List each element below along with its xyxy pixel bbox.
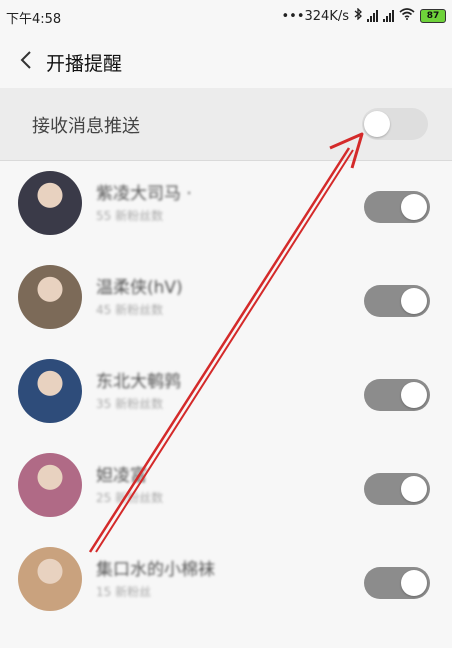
streamer-subtitle: 45 新粉丝数 — [96, 303, 164, 317]
reminder-toggle[interactable] — [364, 473, 430, 505]
avatar[interactable] — [18, 171, 82, 235]
chevron-left-icon — [20, 51, 31, 69]
push-toggle[interactable] — [362, 108, 428, 140]
list-item: 温柔侠(hV) 45 新粉丝数 — [0, 255, 452, 349]
streamer-subtitle: 25 新粉丝数 — [96, 491, 164, 505]
push-setting-label: 接收消息推送 — [32, 116, 140, 137]
streamer-name: 温柔侠(hV) — [96, 278, 183, 298]
streamer-subtitle: 15 新粉丝 — [96, 585, 152, 599]
list-item: 集口水的小棉袜 15 新粉丝 — [0, 537, 452, 631]
toggle-knob — [401, 194, 427, 220]
header-bar: 开播提醒 — [0, 32, 452, 88]
page-title: 开播提醒 — [46, 53, 123, 75]
reminder-toggle[interactable] — [364, 285, 430, 317]
battery-icon: 87 — [420, 9, 446, 23]
status-time: 下午4:58 — [6, 12, 62, 27]
avatar[interactable] — [18, 359, 82, 423]
toggle-knob — [401, 382, 427, 408]
streamer-subtitle: 55 新粉丝数 — [96, 209, 164, 223]
list-item: 东北大鹌鹑 35 新粉丝数 — [0, 349, 452, 443]
avatar[interactable] — [18, 265, 82, 329]
avatar[interactable] — [18, 453, 82, 517]
toggle-knob — [401, 476, 427, 502]
push-setting-row: 接收消息推送 — [0, 88, 452, 161]
streamer-name: 紫凌大司马 · — [96, 184, 192, 204]
toggle-knob — [401, 570, 427, 596]
bluetooth-icon — [354, 7, 362, 24]
toggle-knob — [364, 111, 390, 137]
signal-icon-2 — [383, 10, 394, 22]
network-speed: •••324K/s — [281, 8, 350, 24]
status-bar: 下午4:58 •••324K/s 87 — [0, 0, 452, 32]
streamer-name: 集口水的小棉袜 — [96, 560, 215, 580]
reminder-toggle[interactable] — [364, 191, 430, 223]
toggle-knob — [401, 288, 427, 314]
list-item: 紫凌大司马 · 55 新粉丝数 — [0, 161, 452, 255]
streamer-name: 东北大鹌鹑 — [96, 372, 181, 392]
avatar[interactable] — [18, 547, 82, 611]
streamer-name: 妲凌富 — [96, 466, 147, 486]
streamer-list: 紫凌大司马 · 55 新粉丝数 温柔侠(hV) 45 新粉丝数 东北大鹌鹑 35… — [0, 161, 452, 631]
reminder-toggle[interactable] — [364, 379, 430, 411]
status-indicators: •••324K/s 87 — [281, 7, 446, 24]
streamer-subtitle: 35 新粉丝数 — [96, 397, 164, 411]
reminder-toggle[interactable] — [364, 567, 430, 599]
back-button[interactable] — [14, 48, 38, 72]
wifi-icon — [399, 8, 415, 24]
signal-icon — [367, 10, 378, 22]
list-item: 妲凌富 25 新粉丝数 — [0, 443, 452, 537]
